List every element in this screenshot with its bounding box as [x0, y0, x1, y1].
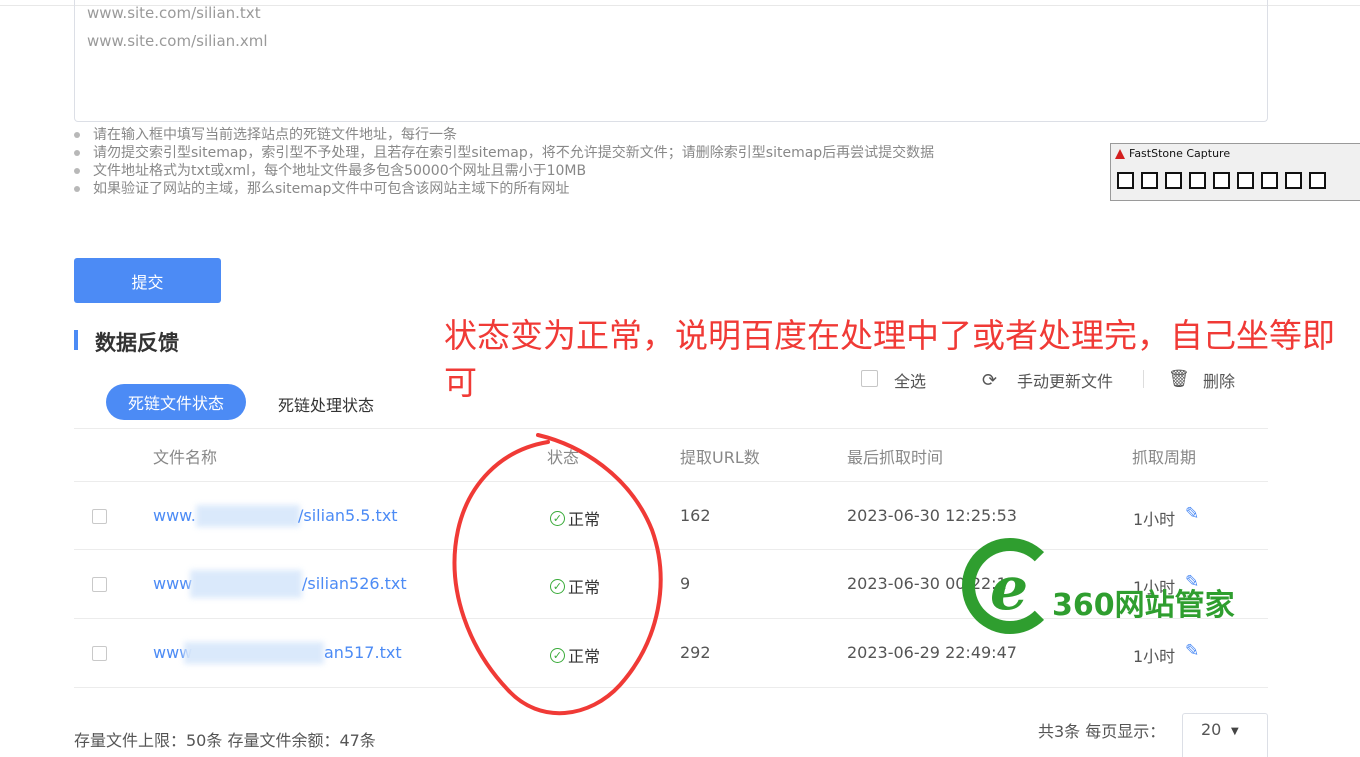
capture-fullscreen-icon[interactable] [1237, 172, 1254, 189]
refresh-files-button[interactable]: 手动更新文件 [1017, 368, 1113, 392]
tab-dead-link-process-status[interactable]: 死链处理状态 [278, 392, 374, 416]
column-header-url-count: 提取URL数 [680, 448, 760, 467]
column-header-period: 抓取周期 [1132, 448, 1197, 467]
trash-icon[interactable]: 🗑 [1168, 369, 1190, 389]
row-checkbox[interactable] [92, 577, 107, 592]
faststone-icon-row [1117, 172, 1326, 189]
edit-pencil-icon[interactable]: ✎ [1185, 504, 1199, 524]
submit-button[interactable]: 提交 [74, 258, 221, 303]
capture-object-icon[interactable] [1165, 172, 1182, 189]
open-file-icon[interactable] [1117, 172, 1134, 189]
textarea-line: www.site.com/silian.txt [87, 4, 261, 22]
capture-scrolling-icon[interactable] [1261, 172, 1278, 189]
last-fetch-time: 2023-06-30 12:25:53 [847, 506, 1017, 525]
refresh-icon[interactable]: ⟳ [982, 370, 997, 391]
faststone-title: FastStone Capture [1115, 147, 1230, 160]
select-all-checkbox[interactable] [861, 370, 878, 387]
blurred-domain [190, 570, 302, 598]
blurred-domain [196, 505, 300, 527]
dead-link-url-textarea[interactable]: www.site.com/silian.txt www.site.com/sil… [74, 0, 1268, 122]
file-link-prefix[interactable]: www [153, 574, 192, 593]
tip-item: 文件地址格式为txt或xml，每个地址文件最多包含50000个网址且需小于10M… [74, 162, 934, 180]
faststone-logo-icon [1115, 148, 1125, 159]
capture-fixed-region-icon[interactable] [1285, 172, 1302, 189]
section-accent-bar [74, 330, 78, 350]
column-header-file-name: 文件名称 [153, 448, 218, 467]
capture-window-icon[interactable] [1141, 172, 1158, 189]
page-size-value: 20 [1201, 720, 1222, 739]
select-all-label[interactable]: 全选 [894, 368, 926, 392]
pagination-total: 共3条 每页显示： [1038, 722, 1166, 741]
logo-e-icon: e [990, 554, 1029, 624]
file-link-suffix[interactable]: /silian526.txt [302, 574, 407, 593]
tips-list: 请在输入框中填写当前选择站点的死链文件地址，每行一条 请勿提交索引型sitema… [74, 126, 934, 198]
column-header-last-fetch: 最后抓取时间 [847, 448, 944, 467]
tip-item: 请在输入框中填写当前选择站点的死链文件地址，每行一条 [74, 126, 934, 144]
watermark-text: 360网站管家 [1052, 588, 1235, 623]
blurred-domain [184, 642, 324, 664]
tip-item: 请勿提交索引型sitemap，索引型不予处理，且若存在索引型sitemap，将不… [74, 144, 934, 162]
fetch-period: 1小时 [1133, 510, 1176, 529]
tip-item: 如果验证了网站的主域，那么sitemap文件中可包含该网站主域下的所有网址 [74, 180, 934, 198]
storage-quota-text: 存量文件上限：50条 存量文件余额：47条 [74, 731, 376, 750]
page-size-select[interactable]: 20 ▼ [1182, 713, 1268, 757]
faststone-title-text: FastStone Capture [1129, 147, 1231, 160]
capture-video-icon[interactable] [1309, 172, 1326, 189]
delete-button[interactable]: 删除 [1203, 368, 1235, 392]
red-circle-annotation [452, 433, 663, 716]
action-divider [1143, 370, 1144, 388]
360-watermark-logo: e 360网站管家 [962, 538, 1262, 648]
capture-freehand-icon[interactable] [1213, 172, 1230, 189]
file-link-suffix[interactable]: an517.txt [324, 643, 402, 662]
textarea-line: www.site.com/silian.xml [87, 32, 268, 50]
file-link-suffix[interactable]: /silian5.5.txt [298, 506, 398, 525]
chevron-down-icon: ▼ [1231, 726, 1239, 737]
file-link-prefix[interactable]: www. [153, 506, 196, 525]
section-title: 数据反馈 [95, 331, 179, 355]
row-checkbox[interactable] [92, 646, 107, 661]
faststone-capture-toolbar[interactable]: FastStone Capture [1110, 143, 1360, 201]
tab-dead-link-file-status[interactable]: 死链文件状态 [106, 384, 246, 420]
row-checkbox[interactable] [92, 509, 107, 524]
capture-region-icon[interactable] [1189, 172, 1206, 189]
